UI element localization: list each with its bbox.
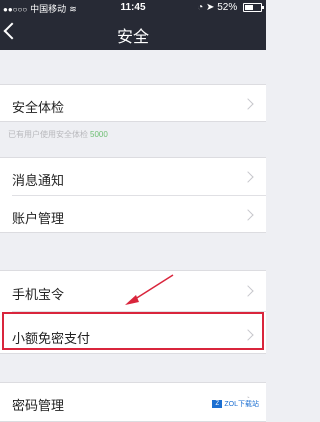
row-label: 密码管理 <box>12 398 65 413</box>
annotation-arrow-icon <box>125 274 174 305</box>
watermark-text: ZOL下载站 <box>224 401 259 408</box>
watermark: Z ZOL下载站 <box>209 398 262 410</box>
zol-logo-icon: Z <box>212 400 223 409</box>
